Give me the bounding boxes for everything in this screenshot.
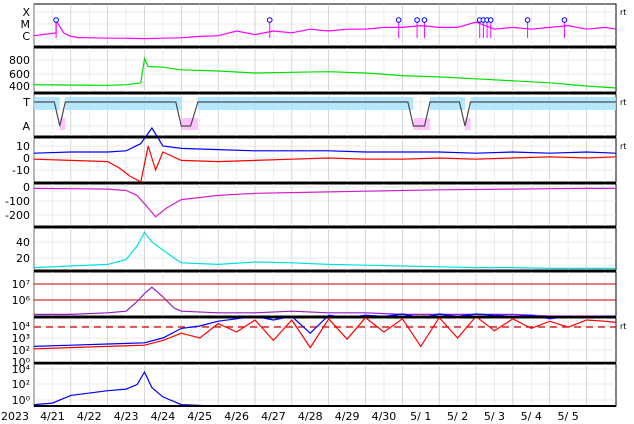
- flare-marker: [524, 17, 531, 23]
- x-tick-label: 4/30: [372, 410, 397, 423]
- y-tick-label: 0: [23, 181, 30, 194]
- panel-frame: [33, 3, 617, 47]
- x-tick-label: 5/ 3: [484, 410, 505, 423]
- x-tick-label: 4/22: [77, 410, 102, 423]
- space-weather-chart-stack: 2023 XMCrt800600400TArt100-10rt0-100-200…: [1, 3, 626, 423]
- y-tick-label: 400: [9, 80, 30, 93]
- right-label: rt: [620, 8, 626, 17]
- x-tick-label: 4/26: [224, 410, 249, 423]
- y-tick-label: 40: [16, 236, 30, 249]
- flare-marker: [487, 17, 494, 23]
- toward-band: [34, 97, 55, 110]
- x-tick-label: 5/ 5: [558, 410, 579, 423]
- x-tick-label: 5/ 4: [521, 410, 542, 423]
- panel-proton-temperature: 10⁷10⁶: [12, 271, 617, 317]
- flare-marker: [395, 17, 402, 23]
- y-tick-label: -100: [5, 195, 30, 208]
- toward-band: [65, 97, 176, 110]
- x-tick-label: 4/24: [151, 410, 176, 423]
- y-tick-label: 10⁶: [12, 294, 31, 307]
- flare-marker: [53, 17, 59, 23]
- right-label: rt: [620, 142, 626, 151]
- y-tick-label: C: [22, 30, 30, 43]
- flare-marker: [421, 17, 428, 23]
- y-tick-label: 20: [16, 252, 30, 265]
- x-tick-label: 4/25: [187, 410, 212, 423]
- y-tick-label: 10⁰: [12, 394, 31, 407]
- toward-band: [470, 97, 616, 110]
- y-tick-label: T: [22, 96, 30, 109]
- y-tick-label: A: [22, 120, 30, 133]
- panels: XMCrt800600400TArt100-10rt0-100-20040201…: [5, 3, 626, 407]
- panel-solar-wind-speed: 800600400: [9, 47, 617, 93]
- flare-marker: [561, 17, 568, 23]
- panel-xray-flares: XMCrt: [21, 3, 626, 47]
- x-axis-tick-labels: 4/21 4/22 4/23 4/24 4/25 4/26 4/27 4/28 4/29 4/30…: [40, 410, 579, 423]
- away-band: [413, 118, 425, 130]
- y-tick-label: -10: [12, 164, 30, 177]
- flare-marker: [266, 17, 273, 23]
- panel-frame: [33, 137, 617, 183]
- panel-frame: [33, 271, 617, 317]
- x-tick-label: 4/27: [261, 410, 286, 423]
- y-tick-label: -200: [5, 209, 30, 222]
- year-label: 2023: [1, 410, 29, 423]
- panel-imf-sector: TArt: [22, 93, 626, 137]
- x-tick-label: 4/28: [298, 410, 323, 423]
- x-tick-label: 5/ 1: [410, 410, 431, 423]
- x-tick-label: 5/ 2: [447, 410, 468, 423]
- panel-proton-density: 4020: [16, 227, 617, 271]
- panel-dst-index: 0-100-200: [5, 181, 617, 227]
- y-tick-label: 800: [9, 54, 30, 67]
- x-tick-label: 4/23: [114, 410, 139, 423]
- away-band: [181, 118, 191, 130]
- y-tick-label: 10⁴: [12, 363, 31, 376]
- right-label: rt: [620, 322, 626, 331]
- panel-electron-flux: 10⁴10³10²10⁰rt: [12, 313, 626, 369]
- toward-band: [429, 97, 460, 110]
- y-tick-label: 10⁷: [12, 278, 30, 291]
- y-tick-label: 10²: [12, 378, 30, 391]
- x-tick-label: 4/21: [40, 410, 65, 423]
- x-tick-label: 4/29: [335, 410, 360, 423]
- right-label: rt: [620, 98, 626, 107]
- toward-band: [197, 97, 408, 110]
- panel-proton-flux: 10⁴ 10² 10⁰: [12, 363, 617, 407]
- flare-marker: [414, 17, 420, 23]
